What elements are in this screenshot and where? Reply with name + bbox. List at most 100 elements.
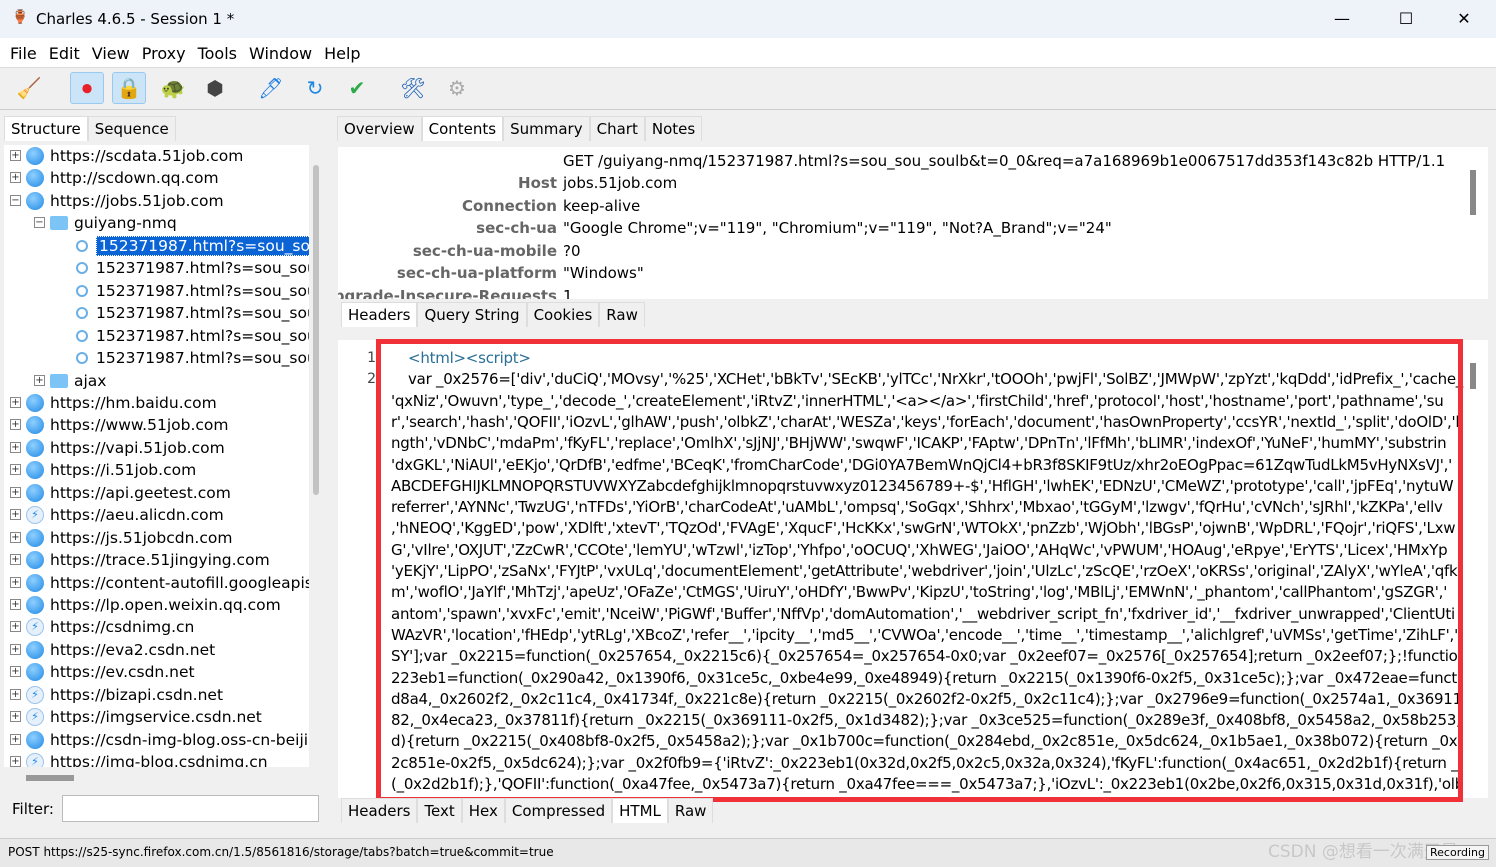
tree-vertical-scrollbar[interactable] bbox=[313, 165, 319, 495]
expand-toggle-icon[interactable]: + bbox=[10, 599, 21, 610]
expand-toggle-icon[interactable]: + bbox=[10, 688, 21, 700]
response-tab-compressed[interactable]: Compressed bbox=[504, 798, 613, 823]
menu-file[interactable]: File bbox=[0, 38, 43, 63]
tree-item[interactable]: https://content-autofill.googleapis bbox=[26, 572, 309, 594]
tab-contents[interactable]: Contents bbox=[421, 116, 504, 141]
expand-toggle-icon[interactable]: + bbox=[10, 666, 21, 678]
expand-toggle-icon[interactable]: + bbox=[10, 756, 21, 767]
menu-tools[interactable]: Tools bbox=[192, 38, 243, 63]
filter-input[interactable] bbox=[62, 795, 319, 822]
minimize-button[interactable]: — bbox=[1322, 6, 1362, 32]
globe-icon bbox=[26, 461, 44, 480]
breakpoints-hexagon-icon: ⬢ bbox=[206, 76, 224, 100]
expand-toggle-icon[interactable]: + bbox=[10, 621, 21, 633]
compose-pen-button[interactable]: 🖊 bbox=[254, 72, 288, 104]
validate-check-icon: ✔ bbox=[348, 76, 366, 100]
tree-item[interactable]: 152371987.html?s=sou_sou_ bbox=[76, 325, 309, 347]
settings-gear-button[interactable]: ⚙ bbox=[440, 72, 474, 104]
tree-item[interactable]: https://i.51job.com bbox=[26, 459, 196, 481]
menu-help[interactable]: Help bbox=[318, 38, 366, 63]
tree-item[interactable]: https://vapi.51job.com bbox=[26, 437, 225, 459]
response-tab-text[interactable]: Text bbox=[417, 798, 462, 823]
menu-edit[interactable]: Edit bbox=[43, 38, 86, 63]
tree-item[interactable]: https://jobs.51job.com bbox=[26, 190, 224, 212]
request-tab-query-string[interactable]: Query String bbox=[417, 302, 527, 327]
tree-item[interactable]: https://eva2.csdn.net bbox=[26, 639, 215, 661]
tab-summary[interactable]: Summary bbox=[503, 116, 590, 141]
ssl-proxy-lock-button[interactable]: 🔒 bbox=[112, 72, 146, 104]
throttle-turtle-button[interactable]: 🐢 bbox=[156, 72, 190, 104]
tools-button[interactable]: 🛠 bbox=[396, 72, 430, 104]
request-tab-headers[interactable]: Headers bbox=[341, 302, 418, 327]
expand-toggle-icon[interactable]: + bbox=[10, 486, 21, 498]
expand-toggle-icon[interactable]: − bbox=[10, 194, 21, 206]
document-icon bbox=[76, 329, 88, 342]
tab-overview[interactable]: Overview bbox=[337, 116, 422, 141]
tab-structure[interactable]: Structure bbox=[4, 116, 88, 141]
tree-item[interactable]: guiyang-nmq bbox=[50, 212, 177, 234]
broom-button[interactable]: 🧹 bbox=[12, 72, 46, 104]
maximize-button[interactable]: ☐ bbox=[1386, 6, 1426, 32]
tree-item[interactable]: 152371987.html?s=sou_sou_ bbox=[76, 302, 309, 324]
expand-toggle-icon[interactable]: + bbox=[10, 419, 21, 431]
tree-item[interactable]: 152371987.html?s=sou_sou_ bbox=[76, 347, 309, 369]
tree-item[interactable]: http://scdown.qq.com bbox=[26, 167, 219, 189]
response-tab-raw[interactable]: Raw bbox=[667, 798, 714, 823]
expand-toggle-icon[interactable]: + bbox=[10, 464, 21, 476]
tree-item[interactable]: ⚡ https://imgservice.csdn.net bbox=[26, 706, 262, 728]
tab-sequence[interactable]: Sequence bbox=[87, 116, 176, 141]
expand-toggle-icon[interactable]: + bbox=[10, 733, 21, 745]
menu-window[interactable]: Window bbox=[243, 38, 318, 63]
expand-toggle-icon[interactable]: + bbox=[10, 396, 21, 408]
request-tab-cookies[interactable]: Cookies bbox=[526, 302, 600, 327]
tree-horizontal-scrollbar[interactable] bbox=[26, 775, 74, 781]
tree-item[interactable]: ⚡ https://img-blog.csdnimg.cn bbox=[26, 751, 268, 767]
expand-toggle-icon[interactable]: + bbox=[10, 150, 21, 161]
expand-toggle-icon[interactable]: + bbox=[10, 441, 21, 453]
tree-item-label: https://imgservice.csdn.net bbox=[50, 708, 262, 727]
expand-toggle-icon[interactable]: + bbox=[34, 374, 45, 386]
tree-item[interactable]: https://trace.51jingying.com bbox=[26, 549, 270, 571]
expand-toggle-icon[interactable]: − bbox=[34, 217, 45, 229]
tree-item[interactable]: ⚡ https://aeu.alicdn.com bbox=[26, 504, 224, 526]
menu-proxy[interactable]: Proxy bbox=[136, 38, 192, 63]
repeat-button[interactable]: ↻ bbox=[298, 72, 332, 104]
expand-toggle-icon[interactable]: + bbox=[10, 643, 21, 655]
expand-toggle-icon[interactable]: + bbox=[10, 554, 21, 566]
tree-item[interactable]: https://scdata.51job.com bbox=[26, 145, 243, 167]
tree-item[interactable]: https://csdn-img-blog.oss-cn-beijin bbox=[26, 729, 309, 751]
expand-toggle-icon[interactable]: + bbox=[10, 711, 21, 723]
request-tab-raw[interactable]: Raw bbox=[599, 302, 645, 327]
response-scrollbar[interactable] bbox=[1470, 363, 1476, 389]
record-button[interactable]: ⏺ bbox=[70, 72, 104, 104]
tree-item[interactable]: ⚡ https://bizapi.csdn.net bbox=[26, 684, 223, 706]
tree-item[interactable]: https://js.51jobcdn.com bbox=[26, 527, 232, 549]
expand-toggle-icon[interactable]: + bbox=[10, 531, 21, 543]
headers-scrollbar[interactable] bbox=[1470, 170, 1476, 215]
tree-item[interactable]: https://api.geetest.com bbox=[26, 482, 231, 504]
tree-item[interactable]: 152371987.html?s=sou_sou_ bbox=[76, 257, 309, 279]
tree-item[interactable]: 152371987.html?s=sou_sou_ bbox=[76, 280, 309, 302]
tree-item[interactable]: https://lp.open.weixin.qq.com bbox=[26, 594, 281, 616]
tree-item[interactable]: https://ev.csdn.net bbox=[26, 661, 195, 683]
tree-item[interactable]: https://www.51job.com bbox=[26, 414, 228, 436]
header-value: keep-alive bbox=[563, 196, 641, 215]
expand-toggle-icon[interactable]: + bbox=[10, 509, 21, 521]
expand-toggle-icon[interactable]: + bbox=[10, 172, 21, 184]
menu-view[interactable]: View bbox=[86, 38, 136, 63]
tree-item[interactable]: ⚡ https://csdnimg.cn bbox=[26, 616, 194, 638]
breakpoints-hexagon-button[interactable]: ⬢ bbox=[198, 72, 232, 104]
tab-chart[interactable]: Chart bbox=[589, 116, 645, 141]
tab-notes[interactable]: Notes bbox=[644, 116, 703, 141]
tree-item[interactable]: ajax bbox=[50, 370, 106, 392]
expand-toggle-icon[interactable]: + bbox=[10, 576, 21, 588]
close-button[interactable]: ✕ bbox=[1444, 6, 1484, 32]
tree-item-label: https://trace.51jingying.com bbox=[50, 551, 270, 570]
tree-item[interactable]: 152371987.html?s=sou_sou bbox=[76, 235, 309, 257]
response-tab-headers[interactable]: Headers bbox=[341, 798, 418, 823]
response-tab-hex[interactable]: Hex bbox=[461, 798, 505, 823]
validate-check-button[interactable]: ✔ bbox=[340, 72, 374, 104]
tree-item[interactable]: https://hm.baidu.com bbox=[26, 392, 217, 414]
folder-icon bbox=[50, 216, 68, 231]
response-tab-html[interactable]: HTML bbox=[612, 798, 668, 823]
